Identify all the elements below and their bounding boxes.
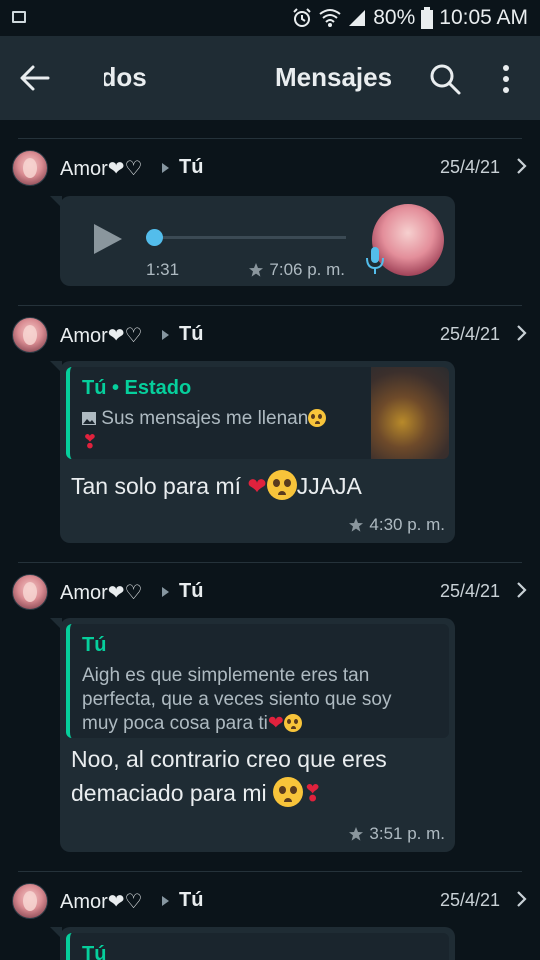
quoted-message[interactable]: Tú • Estado Sus mensajes me llenan ❣ xyxy=(66,367,449,459)
pleading-face-emoji xyxy=(283,714,302,732)
audio-seek-handle[interactable] xyxy=(146,229,163,246)
star-icon xyxy=(349,518,364,532)
recipient-name: Tú xyxy=(179,580,204,602)
battery-icon xyxy=(421,7,434,29)
quote-body-text: Aigh es que simplemente eres tan perfect… xyxy=(82,665,392,734)
pleading-face-emoji xyxy=(273,777,303,807)
recipient-name: Tú xyxy=(179,156,204,178)
chevron-right-icon[interactable] xyxy=(516,580,528,600)
star-icon xyxy=(249,263,264,277)
voice-message-bubble[interactable]: 1:31 7:06 p. m. xyxy=(50,196,455,286)
message-time: 4:30 p. m. xyxy=(369,515,445,534)
chevron-right-icon[interactable] xyxy=(516,156,528,176)
list-item[interactable]: Amor❤♡ Tú 25/4/21 Tú Aigh es que simplem… xyxy=(0,562,540,871)
quote-title: Tú xyxy=(82,634,107,656)
message-date: 25/4/21 xyxy=(440,581,501,601)
wifi-icon xyxy=(319,9,341,27)
quote-title: Tú xyxy=(82,943,107,960)
back-arrow-icon[interactable] xyxy=(18,62,52,94)
avatar xyxy=(12,317,48,353)
signal-icon xyxy=(349,10,366,26)
sender-name: Amor❤♡ xyxy=(60,891,143,913)
arrow-right-icon xyxy=(162,896,169,906)
sender-name: Amor❤♡ xyxy=(60,582,143,604)
list-item[interactable]: Amor❤♡ Tú 25/4/21 Tú • Estado Sus mensaj… xyxy=(0,305,540,562)
tab-estados[interactable]: ados xyxy=(104,62,147,93)
quoted-message[interactable]: Tú xyxy=(66,933,449,960)
status-bar: 80% 10:05 AM xyxy=(0,0,540,36)
message-header: Amor❤♡ Tú 25/4/21 xyxy=(0,871,540,919)
audio-duration: 1:31 xyxy=(146,260,180,279)
message-time: 7:06 p. m. xyxy=(269,260,345,279)
list-item[interactable]: Amor❤♡ Tú 25/4/21 Tú xyxy=(0,871,540,960)
status-thumbnail[interactable] xyxy=(371,367,449,459)
mic-icon xyxy=(366,247,384,274)
sender-name: Amor❤♡ xyxy=(60,158,143,180)
quoted-message[interactable]: Tú Aigh es que simplemente eres tan perf… xyxy=(66,624,449,738)
message-text: Noo, al contrario creo que eres demaciad… xyxy=(71,742,431,810)
message-text-suffix: JJAJA xyxy=(296,473,362,499)
message-time: 3:51 p. m. xyxy=(369,824,445,843)
message-text-main: Noo, al contrario creo que eres demaciad… xyxy=(71,746,387,806)
photo-icon xyxy=(82,412,96,425)
message-header: Amor❤♡ Tú 25/4/21 xyxy=(0,305,540,353)
status-right: 80% 10:05 AM xyxy=(291,6,528,30)
quote-body: Aigh es que simplemente eres tan perfect… xyxy=(82,664,422,736)
pleading-face-emoji xyxy=(308,409,327,427)
avatar xyxy=(12,883,48,919)
red-heart-emoji: ❤ xyxy=(247,473,267,499)
message-date: 25/4/21 xyxy=(440,890,501,910)
message-text: Tan solo para mí ❤ JJAJA xyxy=(71,469,362,503)
heart-exclamation-emoji: ❣ xyxy=(303,780,323,806)
arrow-right-icon xyxy=(162,587,169,597)
message-bubble[interactable]: Tú • Estado Sus mensajes me llenan ❣ Tan… xyxy=(50,361,455,543)
message-header: Amor❤♡ Tú 25/4/21 xyxy=(0,562,540,610)
tab-strip: ados Mensajes xyxy=(104,62,396,96)
list-item[interactable]: Amor❤♡ Tú 25/4/21 1:31 7:06 p. m. xyxy=(0,138,540,306)
heart-exclamation-emoji: ❣ xyxy=(82,432,98,453)
more-vert-icon[interactable] xyxy=(496,62,516,96)
message-meta: 4:30 p. m. xyxy=(348,515,445,535)
message-text-main: Tan solo para mí xyxy=(71,473,242,499)
sender-name: Amor❤♡ xyxy=(60,325,143,347)
audio-seek-bar[interactable] xyxy=(146,236,346,239)
search-icon[interactable] xyxy=(428,62,462,96)
alarm-icon xyxy=(293,8,311,27)
quote-body-text: Sus mensajes me llenan xyxy=(101,408,309,429)
avatar xyxy=(12,574,48,610)
message-meta: 3:51 p. m. xyxy=(348,824,445,844)
message-date: 25/4/21 xyxy=(440,324,501,344)
tab-mensajes[interactable]: Mensajes xyxy=(275,62,392,93)
arrow-right-icon xyxy=(162,330,169,340)
star-icon xyxy=(349,827,364,841)
quote-body: Sus mensajes me llenan ❣ xyxy=(82,407,327,455)
clock: 10:05 AM xyxy=(439,6,528,29)
recipient-name: Tú xyxy=(179,323,204,345)
app-bar: ados Mensajes xyxy=(0,36,540,120)
quote-title: Tú • Estado xyxy=(82,377,192,399)
image-icon xyxy=(12,11,26,23)
message-bubble[interactable]: Tú xyxy=(50,927,455,960)
recipient-name: Tú xyxy=(179,889,204,911)
message-header: Amor❤♡ Tú 25/4/21 xyxy=(0,138,540,186)
red-heart-emoji: ❤ xyxy=(267,713,284,734)
chevron-right-icon[interactable] xyxy=(516,889,528,909)
message-bubble[interactable]: Tú Aigh es que simplemente eres tan perf… xyxy=(50,618,455,852)
chevron-right-icon[interactable] xyxy=(516,323,528,343)
pleading-face-emoji xyxy=(266,470,297,500)
avatar xyxy=(12,150,48,186)
starred-message-list: Amor❤♡ Tú 25/4/21 1:31 7:06 p. m. Amor❤♡… xyxy=(0,120,540,960)
battery-percent: 80% xyxy=(373,6,416,29)
message-meta: 7:06 p. m. xyxy=(248,260,345,280)
play-icon[interactable] xyxy=(92,222,124,256)
arrow-right-icon xyxy=(162,163,169,173)
message-date: 25/4/21 xyxy=(440,157,501,177)
